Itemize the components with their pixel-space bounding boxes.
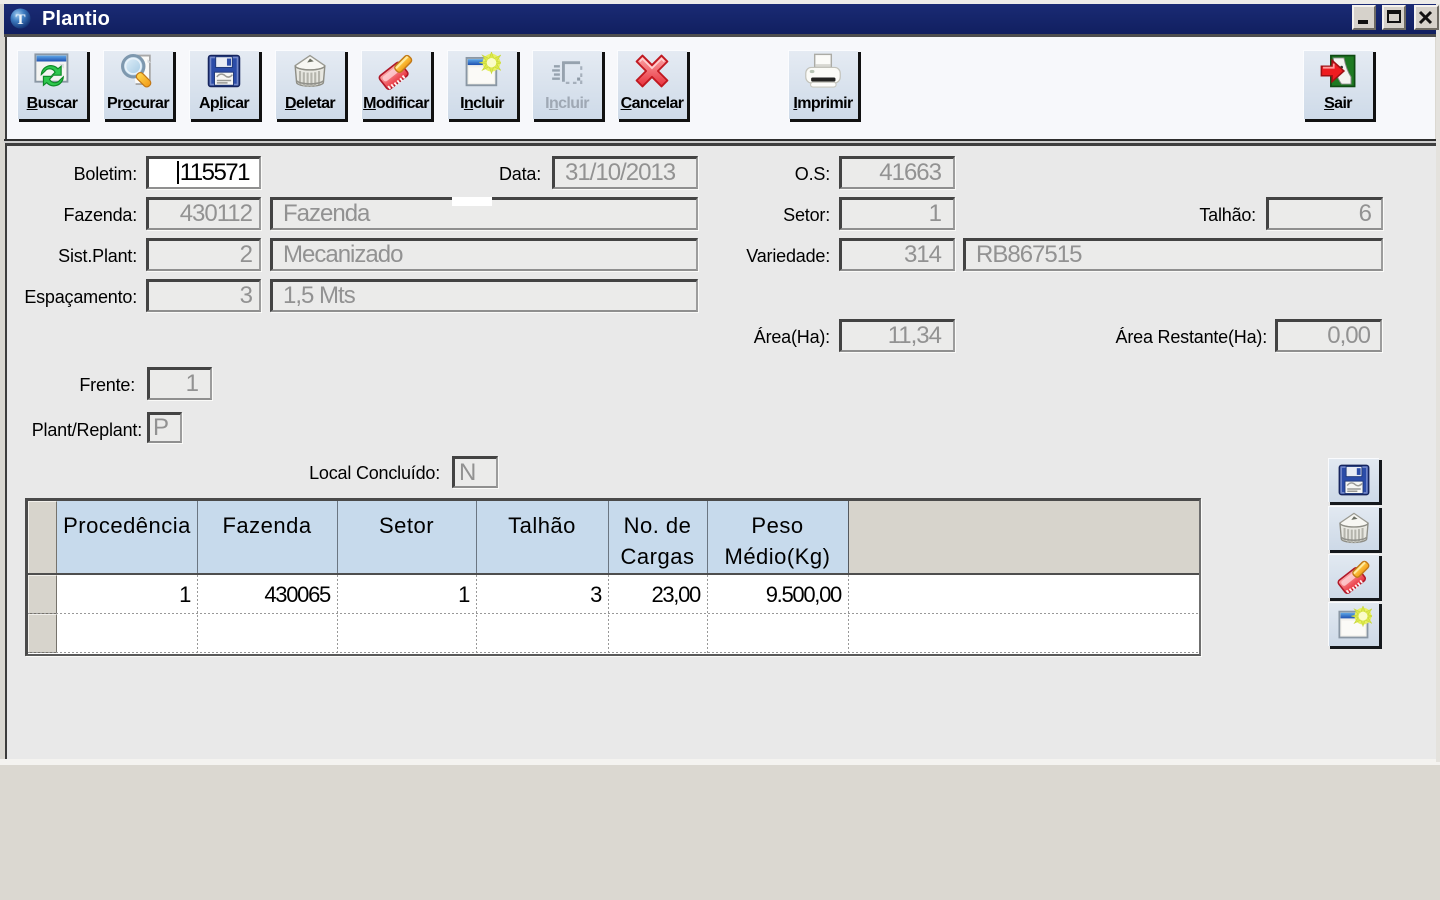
svg-text:T: T bbox=[15, 12, 25, 28]
